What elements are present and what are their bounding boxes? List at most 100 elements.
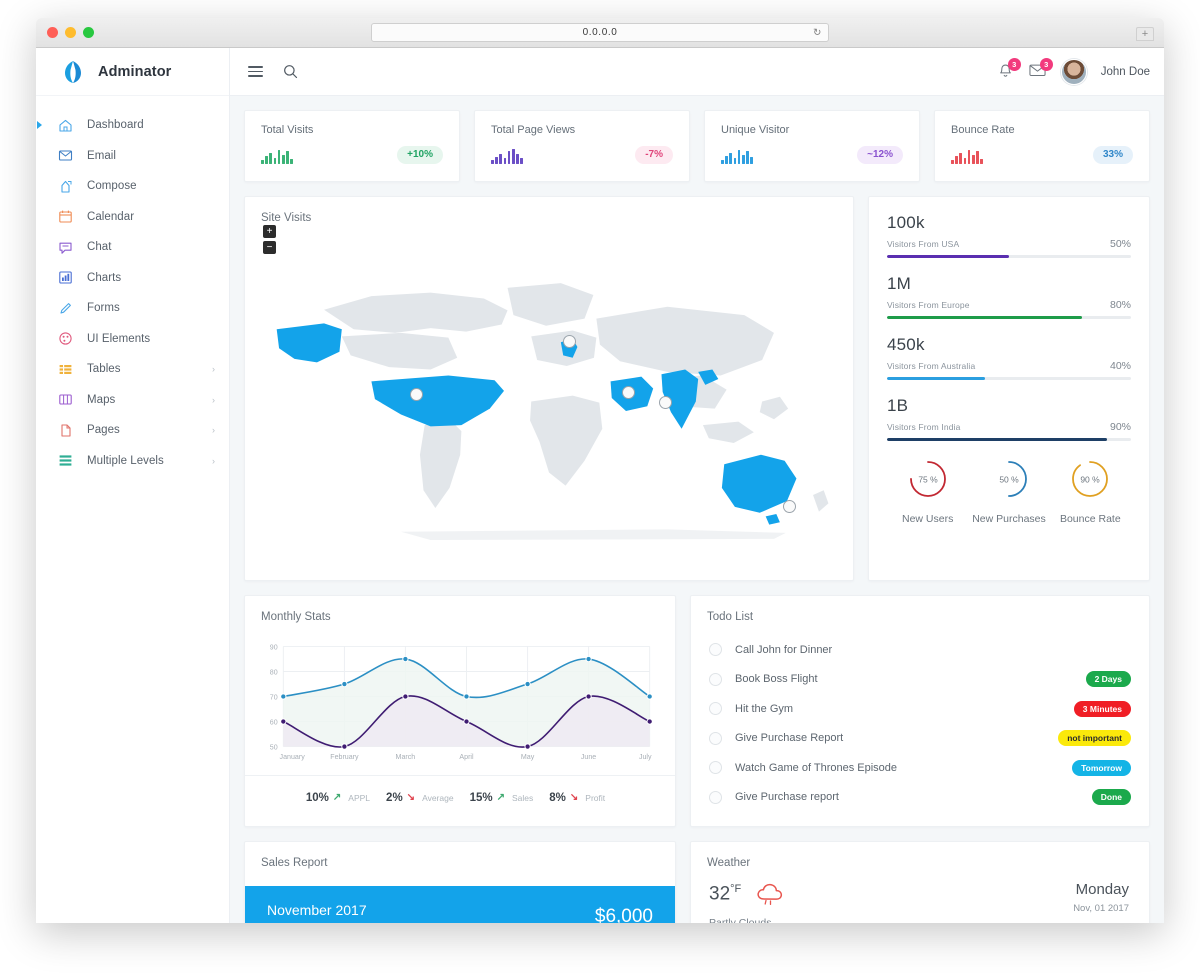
table-icon: [58, 362, 73, 377]
visitors-list: 100k Visitors From USA 50% 1M Visitors From …: [887, 213, 1131, 441]
brand[interactable]: Adminator: [36, 48, 229, 96]
notifications-button[interactable]: 3: [997, 57, 1021, 81]
sidebar-item-email[interactable]: Email: [36, 141, 229, 172]
messages-badge: 3: [1039, 57, 1053, 71]
svg-text:January: January: [280, 753, 306, 761]
stat-card-badge: ~12%: [857, 146, 903, 164]
todo-text: Hit the Gym: [735, 702, 794, 715]
todo-checkbox[interactable]: [709, 702, 722, 716]
sidebar-item-chat[interactable]: Chat: [36, 232, 229, 263]
reload-icon[interactable]: ↻: [813, 27, 822, 38]
chart-icon: [58, 270, 73, 285]
todo-item[interactable]: Call John for Dinner: [709, 635, 1131, 665]
address-bar[interactable]: 0.0.0.0 ↻: [371, 23, 829, 42]
maximize-window-button[interactable]: [83, 27, 94, 38]
svg-text:February: February: [330, 753, 359, 761]
sidebar-item-pages[interactable]: Pages ›: [36, 415, 229, 446]
donut-label: Bounce Rate: [1059, 513, 1121, 525]
map-zoom-out-button[interactable]: −: [263, 241, 276, 254]
india-marker[interactable]: [658, 396, 672, 410]
sidebar-item-compose[interactable]: Compose: [36, 171, 229, 202]
svg-text:June: June: [581, 753, 596, 761]
arrow-down-icon: ↘: [406, 792, 416, 803]
sales-report-card: Sales Report November 2017 Sales Report …: [244, 841, 676, 923]
todo-item[interactable]: Give Purchase report Done: [709, 783, 1131, 813]
mini-stat-label: Sales: [512, 792, 534, 803]
visitor-label: Visitors From India: [887, 422, 961, 432]
sidebar-item-maps[interactable]: Maps ›: [36, 385, 229, 416]
todo-badge: not important: [1058, 730, 1131, 747]
sidebar-item-forms[interactable]: Forms: [36, 293, 229, 324]
sales-report-banner[interactable]: November 2017 Sales Report $6,000: [245, 886, 675, 923]
mini-stat-label: APPL: [348, 792, 371, 803]
todo-checkbox[interactable]: [709, 731, 722, 745]
visitors-card: 100k Visitors From USA 50% 1M Visitors From …: [868, 196, 1150, 581]
sidebar-item-ui-elements[interactable]: UI Elements: [36, 324, 229, 355]
mini-stat-value: 10%: [305, 791, 329, 804]
mini-stat-label: Profit: [585, 792, 606, 803]
sidebar-item-label: Chat: [87, 241, 112, 254]
todo-item[interactable]: Hit the Gym 3 Minutes: [709, 694, 1131, 724]
visitor-stat: 1M Visitors From Europe 80%: [887, 274, 1131, 319]
messages-button[interactable]: 3: [1029, 57, 1053, 81]
map-zoom-controls[interactable]: + −: [263, 225, 276, 257]
map-zoom-in-button[interactable]: +: [263, 225, 276, 238]
visitor-label: Visitors From USA: [887, 239, 960, 249]
mini-stat-appl: 10% ↗ APPL: [306, 792, 379, 804]
envelope-icon: [58, 148, 73, 163]
todo-badge: 2 Days: [1085, 671, 1131, 688]
map-row: Site Visits + − 100k Visitors From USA 5…: [244, 196, 1150, 581]
visitor-label: Visitors From Europe: [887, 300, 970, 310]
sidebar-item-dashboard[interactable]: Dashboard: [36, 110, 229, 141]
mini-stat-value: 8%: [549, 791, 566, 804]
svg-text:60: 60: [270, 718, 278, 726]
stat-card-total-page-views: Total Page Views -7%: [474, 110, 690, 182]
site-visits-card: Site Visits + −: [244, 196, 854, 581]
todo-checkbox[interactable]: [709, 790, 722, 804]
stat-card-bounce-rate: Bounce Rate 33%: [934, 110, 1150, 182]
monthly-stats-chart: 50 60 70 80 90 January February March April May Ju…: [245, 623, 675, 775]
adminator-logo-icon: [65, 60, 81, 83]
search-icon[interactable]: [283, 64, 298, 79]
world-map[interactable]: [253, 231, 845, 572]
sidebar-item-label: Charts: [87, 271, 122, 284]
close-window-button[interactable]: [47, 27, 58, 38]
todo-item[interactable]: Book Boss Flight 2 Days: [709, 665, 1131, 695]
todo-checkbox[interactable]: [709, 672, 722, 686]
username-label[interactable]: John Doe: [1101, 66, 1150, 78]
pages-icon: [58, 423, 73, 438]
todo-text: Give Purchase Report: [735, 732, 844, 745]
browser-window: 0.0.0.0 ↻ + Adminator Dashboard Email Comp…: [36, 18, 1164, 923]
todo-checkbox[interactable]: [709, 643, 722, 657]
arrow-up-icon: ↗: [332, 792, 342, 803]
uk-marker[interactable]: [562, 335, 576, 348]
hamburger-icon[interactable]: [248, 63, 263, 80]
donut-gauge-new-purchases: 50 % New Purchases: [968, 457, 1049, 525]
sidebar-item-multiple-levels[interactable]: Multiple Levels ›: [36, 446, 229, 477]
todo-item[interactable]: Watch Game of Thrones Episode Tomorrow: [709, 753, 1131, 783]
new-tab-button[interactable]: +: [1136, 27, 1154, 41]
pages-icon: [61, 424, 71, 437]
compose-icon: [58, 179, 73, 194]
avatar[interactable]: [1060, 58, 1087, 85]
usa-marker[interactable]: [409, 387, 423, 401]
svg-text:80: 80: [270, 668, 278, 676]
visitor-count: 100k: [887, 213, 925, 232]
visitor-count: 1M: [887, 274, 912, 293]
monthly-stats-title: Monthly Stats: [261, 611, 331, 623]
saudi-marker[interactable]: [621, 386, 635, 400]
visitor-stat: 100k Visitors From USA 50%: [887, 213, 1131, 258]
donut-chart: 90 %: [1072, 461, 1109, 497]
todo-checkbox[interactable]: [709, 761, 722, 775]
stat-cards-row: Total Visits +10% Total Page Views -7% Uniqu…: [244, 110, 1150, 182]
minimize-window-button[interactable]: [65, 27, 76, 38]
sidebar-item-tables[interactable]: Tables ›: [36, 354, 229, 385]
visitor-progress-bar: [887, 255, 1131, 258]
todo-item[interactable]: Give Purchase Report not important: [709, 724, 1131, 754]
palette-icon: [58, 331, 73, 346]
stat-card-badge: 33%: [1092, 146, 1133, 164]
levels-icon: [58, 453, 73, 468]
sidebar-item-charts[interactable]: Charts: [36, 263, 229, 294]
sidebar-item-calendar[interactable]: Calendar: [36, 202, 229, 233]
visitor-progress-bar: [887, 438, 1131, 441]
